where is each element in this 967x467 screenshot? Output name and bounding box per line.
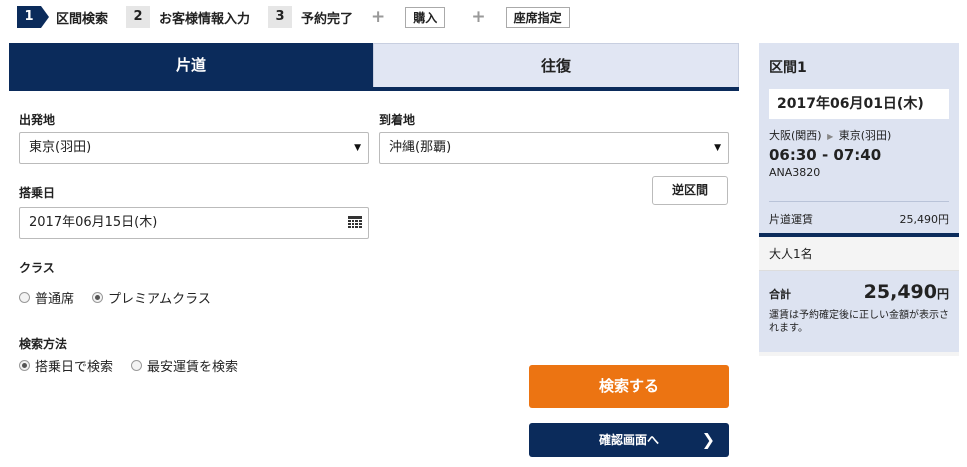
radio-icon[interactable] [19, 292, 30, 303]
arrival-label: 到着地 [379, 113, 416, 127]
route-from: 大阪(関西) [769, 129, 822, 142]
departure-value: 東京(羽田) [29, 140, 92, 155]
step-number: 1 [17, 6, 49, 28]
step-number: 3 [268, 6, 293, 28]
class-radio-group: 普通席 プレミアムクラス [19, 288, 229, 307]
class-option-premium[interactable]: プレミアムクラス [92, 288, 211, 307]
total-unit: 円 [936, 287, 949, 301]
step-3: 3 予約完了 [268, 6, 353, 28]
calendar-icon[interactable] [348, 216, 362, 229]
fare-row: 片道運賃 25,490円 [769, 201, 949, 227]
step-purchase: 購入 [405, 6, 446, 28]
fare-note: 運賃は予約確定後に正しい金額が表示されます。 [769, 310, 949, 334]
segment-title: 区間1 [769, 60, 807, 76]
radio-selected-icon[interactable] [19, 360, 30, 371]
step-label: お客様情報入力 [159, 11, 251, 27]
total-value: 25,490円 [864, 281, 949, 303]
total-box: 合計 25,490円 運賃は予約確定後に正しい金額が表示されます。 [759, 271, 959, 352]
step-seat: 座席指定 [505, 6, 570, 28]
arrival-value: 沖縄(那覇) [389, 140, 452, 155]
option-label: 普通席 [35, 292, 75, 307]
total-row: 合計 25,490円 [769, 281, 949, 303]
flight-number: ANA3820 [769, 166, 821, 179]
option-label: 搭乗日で検索 [35, 360, 114, 375]
fare-value: 25,490円 [899, 213, 950, 226]
option-label: 最安運賃を検索 [147, 360, 239, 375]
confirm-button-label: 確認画面へ [598, 433, 659, 447]
caret-down-icon: ▼ [354, 143, 361, 153]
tab-one-way[interactable]: 片道 [9, 43, 373, 87]
class-option-economy[interactable]: 普通席 [19, 288, 74, 307]
segment-date: 2017年06月01日(木) [769, 89, 949, 119]
date-value: 2017年06月15日(木) [29, 215, 158, 230]
radio-selected-icon[interactable] [92, 292, 104, 303]
step-label: 予約完了 [301, 11, 354, 27]
arrow-right-icon: ▶ [827, 132, 834, 141]
search-method-label: 検索方法 [19, 337, 68, 351]
chevron-right-icon: ❯ [701, 430, 715, 449]
plus-icon: + [471, 7, 486, 27]
fare-label: 片道運賃 [769, 213, 813, 226]
arrival-select[interactable]: 沖縄(那覇) ▼ [379, 132, 729, 164]
departure-label: 出発地 [19, 113, 56, 127]
trip-type-tabs: 片道 往復 [9, 43, 739, 91]
method-option-date[interactable]: 搭乗日で検索 [19, 356, 113, 375]
date-input[interactable]: 2017年06月15日(木) [19, 207, 369, 239]
step-number: 2 [126, 6, 151, 28]
booking-summary: 区間1 2017年06月01日(木) 大阪(関西) ▶ 東京(羽田) 06:30… [759, 43, 959, 356]
step-1: 1 区間検索 [17, 6, 108, 28]
progress-steps: 1 区間検索 2 お客様情報入力 3 予約完了 + 購入 + 座席指定 [17, 6, 576, 28]
step-label: 区間検索 [56, 11, 109, 27]
confirm-button[interactable]: 確認画面へ ❯ [529, 423, 729, 457]
departure-select[interactable]: 東京(羽田) ▼ [19, 132, 369, 164]
date-label: 搭乗日 [19, 186, 56, 200]
total-label: 合計 [769, 288, 791, 301]
step-2: 2 お客様情報入力 [126, 6, 250, 28]
tab-round-trip[interactable]: 往復 [373, 43, 739, 87]
passenger-count: 大人1名 [759, 237, 959, 271]
option-label: プレミアムクラス [108, 292, 211, 307]
search-button[interactable]: 検索する [529, 365, 729, 408]
method-radio-group: 搭乗日で検索 最安運賃を検索 [19, 356, 256, 375]
total-amount: 25,490 [863, 281, 937, 303]
class-label: クラス [19, 261, 55, 275]
reverse-route-button[interactable]: 逆区間 [652, 176, 728, 205]
route-to: 東京(羽田) [838, 129, 892, 142]
caret-down-icon: ▼ [714, 143, 721, 153]
radio-icon[interactable] [131, 360, 143, 371]
flight-times: 06:30 - 07:40 [769, 146, 882, 164]
method-option-cheapest[interactable]: 最安運賃を検索 [131, 356, 238, 375]
segment-route: 大阪(関西) ▶ 東京(羽田) [769, 127, 949, 143]
plus-icon: + [371, 7, 386, 27]
segment-summary: 区間1 2017年06月01日(木) 大阪(関西) ▶ 東京(羽田) 06:30… [759, 43, 959, 237]
